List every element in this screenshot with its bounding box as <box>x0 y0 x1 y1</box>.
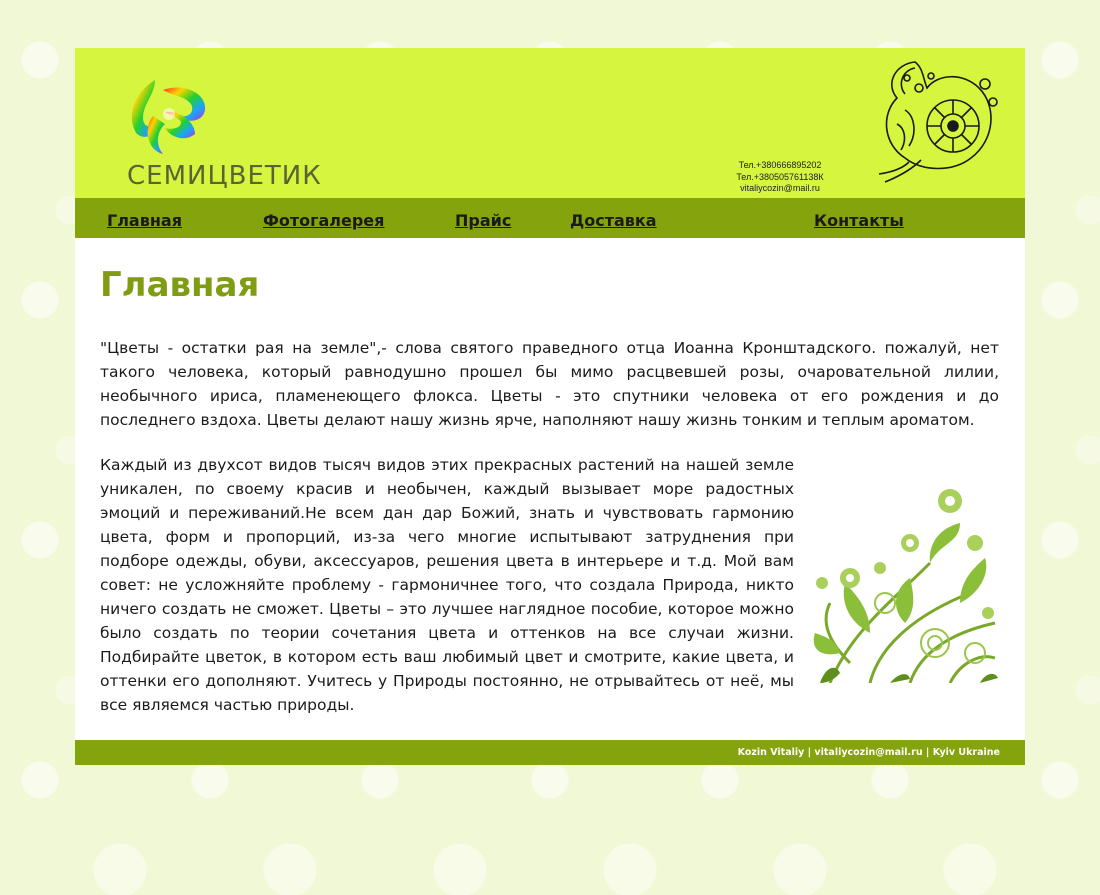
phone-2: Тел.+380505761138К <box>736 171 824 182</box>
nav-item-gallery[interactable]: Фотогалерея <box>263 211 384 230</box>
body-paragraph: Каждый из двухсот видов тысяч видов этих… <box>100 456 794 714</box>
header-email: vitaliycozin@mail.ru <box>740 183 820 193</box>
intro-paragraph: "Цветы - остатки рая на земле",- слова с… <box>100 339 999 429</box>
nav-item-price[interactable]: Прайс <box>455 211 511 230</box>
page-container: СЕМИЦВЕТИК Тел.+380666895202 Тел.+380505… <box>75 48 1025 765</box>
site-footer: Kozin Vitaliy | vitaliycozin@mail.ru | K… <box>75 740 1025 765</box>
contact-info: Тел.+380666895202 Тел.+380505761138К vit… <box>715 160 845 195</box>
paisley-ornament-icon <box>878 61 998 183</box>
nav-item-home[interactable]: Главная <box>107 211 182 230</box>
nav-item-delivery[interactable]: Доставка <box>570 211 657 230</box>
nav-item-contacts[interactable]: Контакты <box>814 211 904 230</box>
site-header: СЕМИЦВЕТИК Тел.+380666895202 Тел.+380505… <box>75 48 1025 198</box>
floral-decoration-image <box>813 489 998 683</box>
main-content: Главная "Цветы - остатки рая на земле",-… <box>75 238 1025 740</box>
main-nav: Главная Фотогалерея Прайс Доставка Конта… <box>75 198 1025 238</box>
page-title: Главная <box>100 265 260 305</box>
logo-text: СЕМИЦВЕТИК <box>127 161 322 191</box>
phone-1: Тел.+380666895202 <box>738 160 822 170</box>
footer-text: Kozin Vitaliy | vitaliycozin@mail.ru | K… <box>737 747 1000 758</box>
